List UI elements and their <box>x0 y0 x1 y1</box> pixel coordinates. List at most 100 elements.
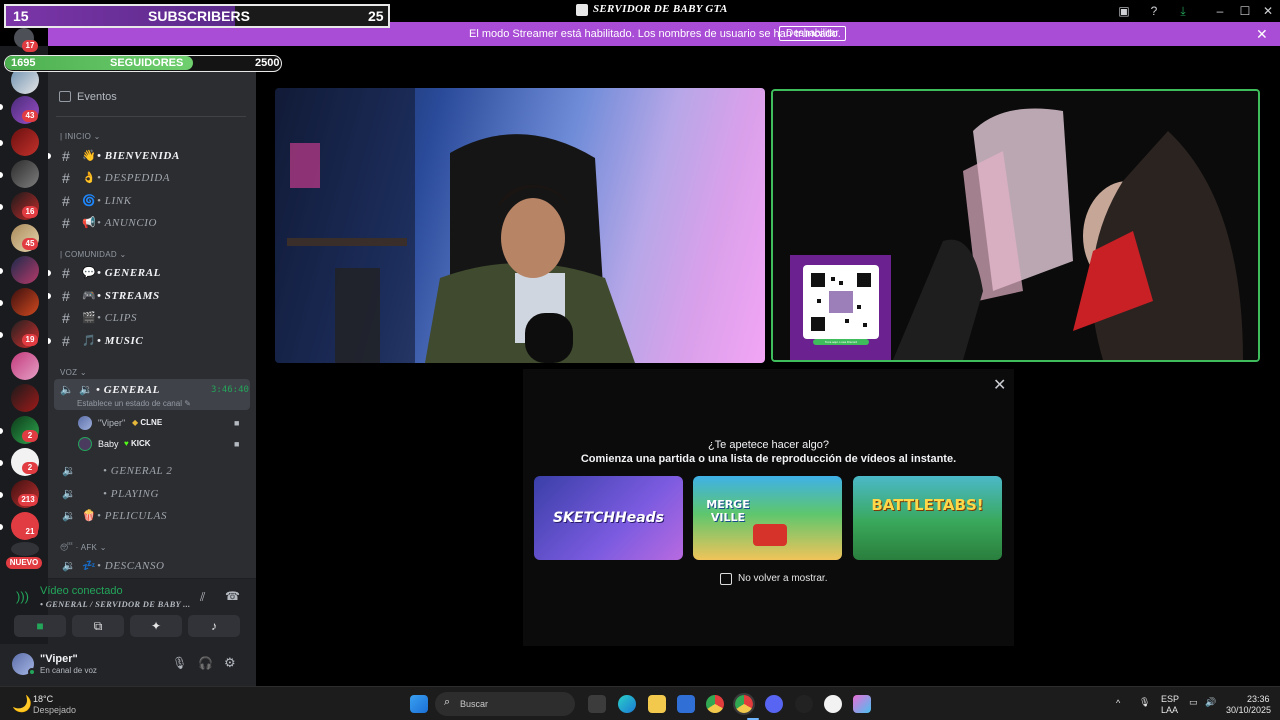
voice-status[interactable]: Vídeo conectado <box>40 585 123 597</box>
activity-card-battletabs[interactable]: BATTLETABS! <box>853 476 1002 560</box>
subscribers-current: 15 <box>13 8 29 24</box>
voice-member-name[interactable]: "Viper" <box>98 418 125 428</box>
minimize-button[interactable]: – <box>1211 2 1229 20</box>
server-icon[interactable] <box>11 288 39 316</box>
category-voz[interactable]: VOZ ⌄ <box>60 368 87 377</box>
obs-icon[interactable] <box>824 695 842 713</box>
voice-channel-peliculas[interactable]: 🔉 🍿 • PELICULAS <box>52 506 250 526</box>
search-icon: ⌕ <box>444 696 451 708</box>
voice-channel-descanso[interactable]: 🔉 💤 • DESCANSO <box>52 556 250 576</box>
chrome-icon[interactable] <box>706 695 724 713</box>
server-icon[interactable] <box>11 160 39 188</box>
microphone-icon[interactable]: 🎙 <box>172 656 187 670</box>
category-comunidad[interactable]: | COMUNIDAD ⌄ <box>60 250 126 259</box>
server-badge: 213 <box>18 494 38 506</box>
volume-icon[interactable]: 🔊 <box>1205 697 1216 708</box>
voice-location[interactable]: • GENERAL / SERVIDOR DE BABY ... <box>40 599 190 609</box>
close-modal-icon[interactable]: ✕ <box>993 375 1006 395</box>
channel-clips[interactable]: # 🎬 • CLIPS <box>52 308 250 328</box>
chrome-profile-icon[interactable] <box>733 693 755 715</box>
video-tile-viper[interactable] <box>275 88 765 363</box>
category-afk[interactable]: 😴 · AFK ⌄ <box>60 543 107 552</box>
server-icon[interactable] <box>11 256 39 284</box>
app-window-icon <box>576 4 588 16</box>
disconnect-icon[interactable]: ☎ <box>225 589 240 603</box>
server-icon[interactable] <box>11 352 39 380</box>
clock-time[interactable]: 23:36 <box>1247 694 1270 704</box>
modal-subtitle: Comienza una partida o una lista de repr… <box>580 453 957 465</box>
channel-emoji: 🍿 <box>82 510 96 522</box>
app-icon[interactable] <box>795 695 813 713</box>
events-link[interactable]: Eventos <box>77 91 117 103</box>
voice-channel-playing[interactable]: 🔉 • PLAYING <box>52 484 250 504</box>
close-banner-icon[interactable]: ✕ <box>1256 26 1268 43</box>
server-icon[interactable] <box>11 128 39 156</box>
discord-taskbar-icon[interactable] <box>765 695 783 713</box>
hashtag-icon: # <box>62 288 70 304</box>
soundboard-button[interactable]: ♪ <box>188 615 240 637</box>
subscribers-goal: 25 <box>368 8 384 24</box>
headphones-icon[interactable]: 🎧 <box>198 656 213 670</box>
voice-channel-general-2[interactable]: 🔉 • GENERAL 2 <box>52 461 250 481</box>
channel-emoji: 👋 <box>82 150 96 162</box>
channel-name: • STREAMS <box>97 290 160 302</box>
weather-temperature[interactable]: 18°C <box>33 694 53 704</box>
channel-streams[interactable]: # 🎮 • STREAMS <box>52 286 250 306</box>
disable-streamer-mode-button[interactable]: Deshabilitar <box>779 26 846 41</box>
show-hidden-icons-chevron-icon[interactable]: ^ <box>1116 698 1120 708</box>
video-tile-baby[interactable]: Toca aquí o usa Discord <box>771 89 1260 362</box>
server-icon[interactable] <box>11 384 39 412</box>
followers-goal-bar: 1695 SEGUIDORES 2500 <box>4 55 282 72</box>
taskbar-search[interactable]: ⌕ Buscar <box>435 692 575 716</box>
task-view-icon[interactable] <box>588 695 606 713</box>
store-icon[interactable] <box>677 695 695 713</box>
file-explorer-icon[interactable] <box>648 695 666 713</box>
channel-music[interactable]: # 🎵 • MUSIC <box>52 331 250 351</box>
camera-toggle-button[interactable]: ■ <box>14 615 66 637</box>
start-menu-icon[interactable] <box>410 695 428 713</box>
channel-anuncio[interactable]: # 📢 • ANUNCIO <box>52 213 250 233</box>
inbox-icon[interactable]: ▣ <box>1115 2 1133 20</box>
online-status-icon <box>28 668 36 676</box>
activities-button[interactable]: ✦ <box>130 615 182 637</box>
activity-card-mergeville[interactable]: MERGE VILLE <box>693 476 842 560</box>
close-window-button[interactable]: ✕ <box>1259 2 1277 20</box>
help-icon[interactable]: ? <box>1145 2 1163 20</box>
server-icon[interactable] <box>11 542 39 556</box>
channel-general[interactable]: # 💬 • GENERAL <box>52 263 250 283</box>
dont-show-checkbox[interactable] <box>720 573 732 585</box>
channel-status-hint[interactable]: Establece un estado de canal ✎ <box>77 399 191 408</box>
voice-timer: 3:46:40 <box>211 385 249 395</box>
app-icon[interactable] <box>853 695 871 713</box>
hashtag-icon: # <box>62 170 70 186</box>
username[interactable]: "Viper" <box>40 653 78 665</box>
activity-card-sketchheads[interactable]: SKETCHHeads <box>534 476 683 560</box>
category-inicio[interactable]: | INICIO ⌄ <box>60 132 101 141</box>
noise-suppression-icon[interactable]: ⫽ <box>200 590 205 605</box>
dont-show-label[interactable]: No volver a mostrar. <box>738 573 827 584</box>
modal-title: ¿Te apetece hacer algo? <box>707 439 830 451</box>
weather-icon[interactable]: 🌙 <box>12 694 32 714</box>
camera-icon: ■ <box>234 418 240 428</box>
network-icon[interactable]: ▭ <box>1189 697 1198 708</box>
channel-name: • CLIPS <box>97 312 138 324</box>
voice-member-name[interactable]: Baby <box>98 439 119 449</box>
input-language-top[interactable]: ESP <box>1161 694 1179 704</box>
weather-description[interactable]: Despejado <box>33 705 76 715</box>
channel-despedida[interactable]: # 👌 • DESPEDIDA <box>52 168 250 188</box>
hashtag-icon: # <box>62 215 70 231</box>
channel-link[interactable]: # 🌀 • LINK <box>52 191 250 211</box>
edge-browser-icon[interactable] <box>618 695 636 713</box>
settings-gear-icon[interactable]: ⚙ <box>224 655 236 671</box>
input-language-bottom[interactable]: LAA <box>1161 705 1178 715</box>
channel-bienvenida[interactable]: # 👋 • BIENVENIDA <box>52 146 250 166</box>
server-badge: 45 <box>22 238 38 250</box>
maximize-button[interactable]: ☐ <box>1236 2 1254 20</box>
speaker-icon: 🔉 <box>62 560 76 572</box>
channel-emoji: 💬 <box>82 267 96 279</box>
screen-share-button[interactable]: ⧉ <box>72 615 124 637</box>
microphone-tray-icon[interactable]: 🎙 <box>1139 697 1150 708</box>
activity-title: SKETCHHeads <box>552 510 665 526</box>
download-icon[interactable]: ⤓ <box>1174 2 1192 20</box>
clock-date[interactable]: 30/10/2025 <box>1226 705 1271 715</box>
